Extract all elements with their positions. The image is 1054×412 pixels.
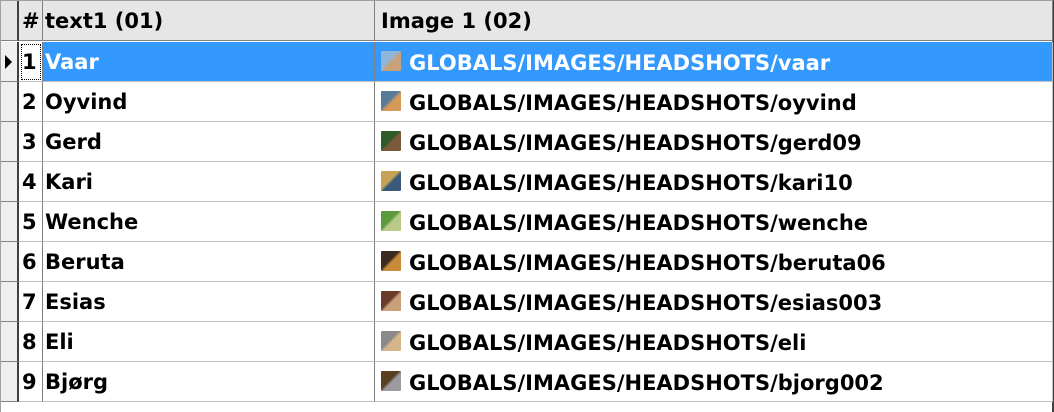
row-number[interactable]: 3 [19, 122, 43, 162]
header-text1[interactable]: text1 (01) [43, 1, 375, 41]
row-indicator[interactable] [1, 82, 19, 122]
text1-cell[interactable]: Kari [43, 162, 375, 202]
row-number[interactable]: 2 [19, 82, 43, 122]
text1-cell[interactable]: Vaar [43, 42, 375, 82]
headshot-thumbnail-icon [381, 291, 401, 311]
image1-cell[interactable]: GLOBALS/IMAGES/HEADSHOTS/eli [375, 322, 1053, 362]
image-path-text: GLOBALS/IMAGES/HEADSHOTS/oyvind [409, 91, 857, 115]
table-row[interactable]: 7 Esias GLOBALS/IMAGES/HEADSHOTS/esias003 [1, 282, 1053, 322]
row-indicator[interactable] [1, 162, 19, 202]
image1-cell[interactable]: GLOBALS/IMAGES/HEADSHOTS/oyvind [375, 82, 1053, 122]
row-indicator[interactable] [1, 242, 19, 282]
header-image1[interactable]: Image 1 (02) [375, 1, 1053, 41]
text1-cell[interactable]: Esias [43, 282, 375, 322]
text1-cell[interactable]: Eli [43, 322, 375, 362]
row-indicator[interactable] [1, 122, 19, 162]
row-number[interactable]: 5 [19, 202, 43, 242]
row-number[interactable]: 1 [19, 42, 43, 82]
text1-cell[interactable]: Bjørg [43, 362, 375, 402]
table-row[interactable]: 5 Wenche GLOBALS/IMAGES/HEADSHOTS/wenche [1, 202, 1053, 242]
header-row: # text1 (01) Image 1 (02) [1, 1, 1053, 41]
row-number[interactable]: 7 [19, 282, 43, 322]
image1-cell[interactable]: GLOBALS/IMAGES/HEADSHOTS/beruta06 [375, 242, 1053, 282]
text1-cell[interactable]: Gerd [43, 122, 375, 162]
row-indicator[interactable] [1, 322, 19, 362]
image-path-text: GLOBALS/IMAGES/HEADSHOTS/eli [409, 331, 807, 355]
image-path-text: GLOBALS/IMAGES/HEADSHOTS/esias003 [409, 291, 883, 315]
image-path-text: GLOBALS/IMAGES/HEADSHOTS/vaar [409, 51, 831, 75]
headshot-thumbnail-icon [381, 211, 401, 231]
image1-cell[interactable]: GLOBALS/IMAGES/HEADSHOTS/vaar [375, 42, 1053, 82]
row-number[interactable]: 4 [19, 162, 43, 202]
headshot-thumbnail-icon [381, 171, 401, 191]
table-row[interactable]: 6 Beruta GLOBALS/IMAGES/HEADSHOTS/beruta06 [1, 242, 1053, 282]
row-number[interactable]: 6 [19, 242, 43, 282]
image-path-text: GLOBALS/IMAGES/HEADSHOTS/wenche [409, 211, 869, 235]
row-indicator[interactable] [1, 42, 19, 82]
headshot-thumbnail-icon [381, 51, 401, 71]
text1-cell[interactable]: Wenche [43, 202, 375, 242]
row-number[interactable]: 9 [19, 362, 43, 402]
table-row[interactable]: 3 Gerd GLOBALS/IMAGES/HEADSHOTS/gerd09 [1, 122, 1053, 162]
table-row[interactable]: 9 Bjørg GLOBALS/IMAGES/HEADSHOTS/bjorg002 [1, 362, 1053, 402]
headshot-thumbnail-icon [381, 131, 401, 151]
text1-cell[interactable]: Beruta [43, 242, 375, 282]
headshot-thumbnail-icon [381, 331, 401, 351]
image1-cell[interactable]: GLOBALS/IMAGES/HEADSHOTS/esias003 [375, 282, 1053, 322]
image-path-text: GLOBALS/IMAGES/HEADSHOTS/bjorg002 [409, 371, 884, 395]
image1-cell[interactable]: GLOBALS/IMAGES/HEADSHOTS/bjorg002 [375, 362, 1053, 402]
table-row[interactable]: 2 Oyvind GLOBALS/IMAGES/HEADSHOTS/oyvind [1, 82, 1053, 122]
image-path-text: GLOBALS/IMAGES/HEADSHOTS/kari10 [409, 171, 853, 195]
text1-cell[interactable]: Oyvind [43, 82, 375, 122]
table-row[interactable]: 8 Eli GLOBALS/IMAGES/HEADSHOTS/eli [1, 322, 1053, 362]
image1-cell[interactable]: GLOBALS/IMAGES/HEADSHOTS/kari10 [375, 162, 1053, 202]
row-number[interactable]: 8 [19, 322, 43, 362]
row-indicator[interactable] [1, 362, 19, 402]
image-path-text: GLOBALS/IMAGES/HEADSHOTS/gerd09 [409, 131, 862, 155]
image-path-text: GLOBALS/IMAGES/HEADSHOTS/beruta06 [409, 251, 886, 275]
image1-cell[interactable]: GLOBALS/IMAGES/HEADSHOTS/gerd09 [375, 122, 1053, 162]
image1-cell[interactable]: GLOBALS/IMAGES/HEADSHOTS/wenche [375, 202, 1053, 242]
data-grid[interactable]: # text1 (01) Image 1 (02) 1 Vaar GLOBALS/I… [0, 0, 1054, 412]
table-row[interactable]: 1 Vaar GLOBALS/IMAGES/HEADSHOTS/vaar [1, 42, 1053, 82]
current-row-pointer-icon [5, 55, 12, 69]
row-indicator[interactable] [1, 202, 19, 242]
row-indicator[interactable] [1, 282, 19, 322]
headshot-thumbnail-icon [381, 371, 401, 391]
table-row[interactable]: 4 Kari GLOBALS/IMAGES/HEADSHOTS/kari10 [1, 162, 1053, 202]
header-corner[interactable] [1, 1, 19, 41]
headshot-thumbnail-icon [381, 251, 401, 271]
headshot-thumbnail-icon [381, 91, 401, 111]
header-num[interactable]: # [19, 1, 43, 41]
